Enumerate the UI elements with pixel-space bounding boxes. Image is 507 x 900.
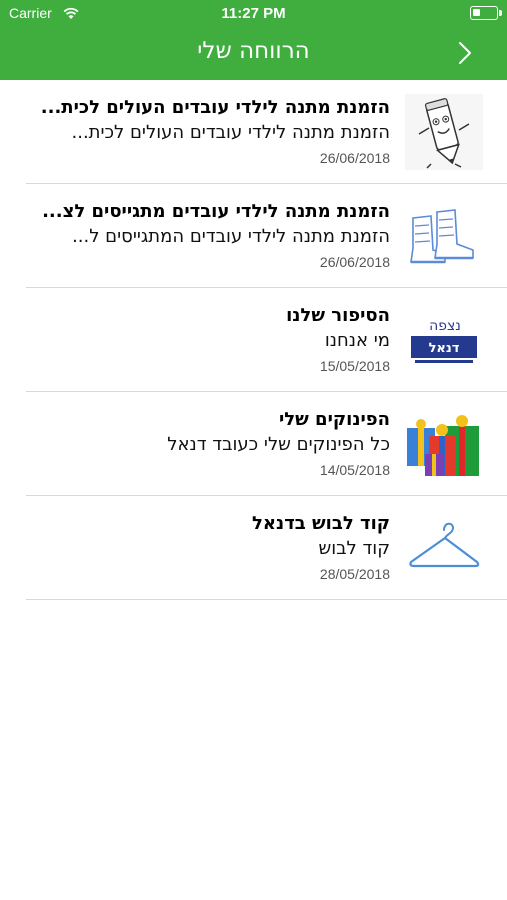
battery-icon [470,6,502,20]
item-subtitle: מי אנחנו [324,330,390,351]
item-title: הפינוקים שלי [278,409,390,430]
list-item[interactable]: נצפה דנאל הסיפור שלנו מי אנחנו 15/05/201… [0,288,507,392]
list-item[interactable]: הזמנת מתנה לילדי עובדים העולים לכית... ה… [0,80,507,184]
list-item[interactable]: קוד לבוש בדנאל קוד לבוש 28/05/2018 [0,496,507,600]
pencil-character-icon [405,94,483,170]
svg-text:דנאל: דנאל [429,341,460,356]
item-date: 26/06/2018 [319,254,390,270]
item-title: הזמנת מתנה לילדי עובדים מתגייסים לצ... [42,201,390,222]
item-subtitle: הזמנת מתנה לילדי עובדים המתגייסים ל... [72,226,390,247]
item-title: הסיפור שלנו [286,305,390,326]
chevron-right-icon[interactable] [455,40,475,66]
page-title: הרווחה שלי [197,38,310,64]
list-item[interactable]: הזמנת מתנה לילדי עובדים מתגייסים לצ... ה… [0,184,507,288]
svg-text:נצפה: נצפה [429,318,461,334]
clock: 11:27 PM [221,5,286,22]
item-date: 26/06/2018 [319,150,390,166]
item-title: הזמנת מתנה לילדי עובדים העולים לכית... [40,97,390,118]
item-subtitle: קוד לבוש [318,538,390,559]
status-bar: Carrier 11:27 PM [0,0,507,28]
item-subtitle: הזמנת מתנה לילדי עובדים העולים לכית... [71,122,391,143]
army-boots-icon [410,209,474,264]
item-date: 15/05/2018 [319,358,390,374]
benefits-list: הזמנת מתנה לילדי עובדים העולים לכית... ה… [0,80,507,600]
item-date: 14/05/2018 [319,462,390,478]
gift-boxes-icon [407,415,479,476]
divider [26,599,507,600]
list-item[interactable]: הפינוקים שלי כל הפינוקים שלי כעובד דנאל … [0,392,507,496]
item-date: 28/05/2018 [319,566,390,582]
danel-logo-icon: נצפה דנאל [411,318,477,363]
item-subtitle: כל הפינוקים שלי כעובד דנאל [167,434,390,455]
hanger-icon [409,522,480,568]
navigation-header: Carrier 11:27 PM הרווחה שלי [0,0,507,80]
item-title: קוד לבוש בדנאל [252,513,390,534]
